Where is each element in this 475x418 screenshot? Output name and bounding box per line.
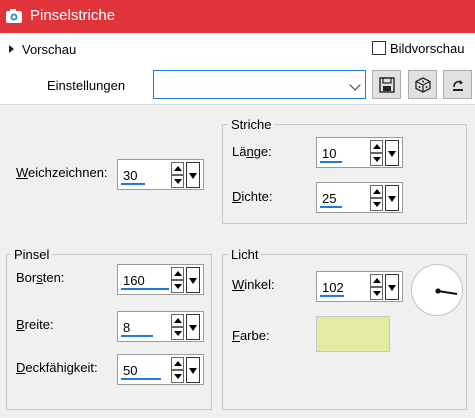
dial-needle-icon xyxy=(435,288,458,295)
density-value[interactable]: 25 xyxy=(322,191,336,206)
bristles-dropdown-button[interactable] xyxy=(186,267,200,293)
softness-dropdown-button[interactable] xyxy=(186,162,200,188)
density-label-text: Dichte: xyxy=(232,189,273,204)
image-preview-label[interactable]: Bildvorschau xyxy=(390,41,464,56)
opacity-value[interactable]: 50 xyxy=(123,363,137,378)
softness-label: Weichzeichnen: xyxy=(16,165,108,180)
angle-value[interactable]: 102 xyxy=(322,280,344,295)
settings-label: Einstellungen xyxy=(47,78,126,93)
angle-label: Winkel: xyxy=(232,277,275,292)
angle-dial[interactable] xyxy=(411,264,463,316)
width-spinner[interactable]: 8 xyxy=(117,311,204,342)
opacity-down-button[interactable] xyxy=(171,370,184,383)
opacity-label: Deckfähigkeit: xyxy=(16,360,98,375)
image-preview-checkbox[interactable] xyxy=(372,41,386,55)
save-preset-button[interactable] xyxy=(372,70,401,99)
angle-dropdown-button[interactable] xyxy=(385,274,399,300)
preview-label[interactable]: Vorschau xyxy=(22,42,76,57)
width-label: Breite: xyxy=(16,317,54,332)
expand-triangle-icon[interactable] xyxy=(9,45,14,53)
bristles-up-button[interactable] xyxy=(171,267,184,280)
length-label: Länge: xyxy=(232,144,272,159)
bristles-value[interactable]: 160 xyxy=(123,273,145,288)
softness-spinner[interactable]: 30 xyxy=(117,159,204,190)
length-down-button[interactable] xyxy=(370,153,383,166)
angle-underline xyxy=(320,295,344,297)
density-up-button[interactable] xyxy=(370,185,383,198)
divider xyxy=(0,104,475,105)
width-up-button[interactable] xyxy=(171,314,184,327)
opacity-underline xyxy=(121,378,161,380)
color-swatch[interactable] xyxy=(316,316,390,352)
width-down-button[interactable] xyxy=(171,327,184,340)
angle-down-button[interactable] xyxy=(370,287,383,300)
opacity-up-button[interactable] xyxy=(171,357,184,370)
opacity-dropdown-button[interactable] xyxy=(186,357,200,383)
softness-up-button[interactable] xyxy=(171,162,184,175)
length-spinner[interactable]: 10 xyxy=(316,137,403,168)
width-underline xyxy=(121,335,153,337)
length-up-button[interactable] xyxy=(370,140,383,153)
light-group-title: Licht xyxy=(228,247,262,262)
density-dropdown-button[interactable] xyxy=(385,185,399,211)
bristles-label: Borsten: xyxy=(16,270,65,285)
density-down-button[interactable] xyxy=(370,198,383,211)
color-label: Farbe: xyxy=(232,328,270,343)
bristles-down-button[interactable] xyxy=(171,280,184,293)
randomize-button[interactable] xyxy=(408,70,437,99)
chevron-down-icon xyxy=(349,79,361,91)
bristles-underline xyxy=(121,288,169,290)
softness-down-button[interactable] xyxy=(171,175,184,188)
opacity-spinner[interactable]: 50 xyxy=(117,354,204,385)
density-label: Dichte: xyxy=(232,189,272,204)
camera-icon xyxy=(5,8,23,24)
width-dropdown-button[interactable] xyxy=(186,314,200,340)
length-value[interactable]: 10 xyxy=(322,146,336,161)
density-underline xyxy=(320,206,342,208)
width-value[interactable]: 8 xyxy=(123,320,130,335)
window-title: Pinselstriche xyxy=(30,7,116,24)
length-underline xyxy=(320,161,342,163)
softness-value[interactable]: 30 xyxy=(123,168,137,183)
angle-up-button[interactable] xyxy=(370,274,383,287)
strokes-group-title: Striche xyxy=(228,117,275,132)
brush-group-title: Pinsel xyxy=(11,247,53,262)
bristles-spinner[interactable]: 160 xyxy=(117,264,204,295)
angle-spinner[interactable]: 102 xyxy=(316,271,403,302)
length-dropdown-button[interactable] xyxy=(385,140,399,166)
length-label-text: Länge: xyxy=(232,144,272,159)
density-spinner[interactable]: 25 xyxy=(316,182,403,213)
softness-underline xyxy=(121,183,145,185)
reset-button[interactable] xyxy=(443,70,472,99)
settings-dropdown[interactable] xyxy=(153,70,366,99)
